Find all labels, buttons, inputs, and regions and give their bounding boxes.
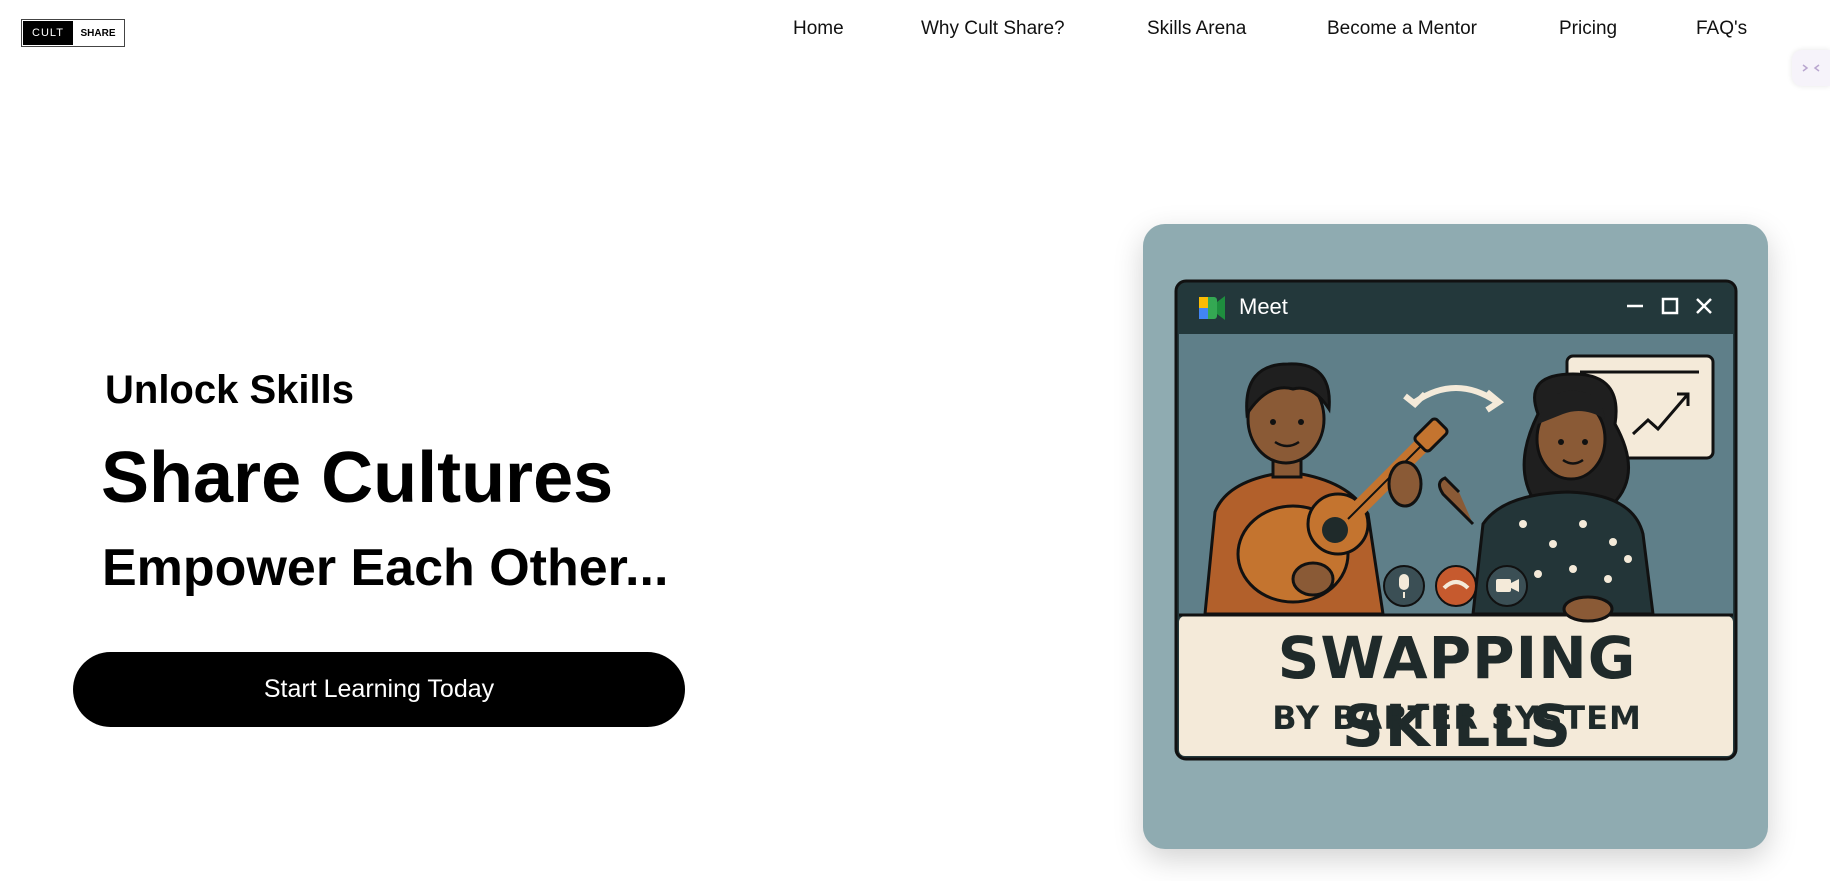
nav-pricing[interactable]: Pricing xyxy=(1559,18,1617,40)
meet-logo-icon xyxy=(1199,296,1225,320)
hero-heading-empower: Empower Each Other... xyxy=(102,539,669,597)
banner-sub-text: BY BARTER SYSTEM xyxy=(1272,699,1642,737)
nav-why-cult-share[interactable]: Why Cult Share? xyxy=(921,18,1065,40)
widget-icon xyxy=(1802,64,1820,72)
hero-illustration-card: Meet SWAPPING SKILLS BY BARTER SYSTEM xyxy=(1143,224,1768,849)
nav-skills-arena[interactable]: Skills Arena xyxy=(1147,18,1246,40)
main-nav: Home Why Cult Share? Skills Arena Become… xyxy=(0,18,1830,42)
nav-faqs[interactable]: FAQ's xyxy=(1696,18,1747,40)
hero-heading-unlock: Unlock Skills xyxy=(105,368,354,412)
nav-home[interactable]: Home xyxy=(793,18,844,40)
meet-window-title: Meet xyxy=(1239,294,1288,319)
banner-main-text: SWAPPING SKILLS xyxy=(1277,624,1637,760)
side-widget-tab[interactable] xyxy=(1792,50,1830,86)
nav-become-a-mentor[interactable]: Become a Mentor xyxy=(1327,18,1477,40)
camera-icon[interactable] xyxy=(1486,565,1528,607)
mic-icon[interactable] xyxy=(1383,565,1425,607)
start-learning-button[interactable]: Start Learning Today xyxy=(73,652,685,727)
hero-heading-share: Share Cultures xyxy=(101,438,614,518)
end-call-icon[interactable] xyxy=(1435,565,1477,607)
